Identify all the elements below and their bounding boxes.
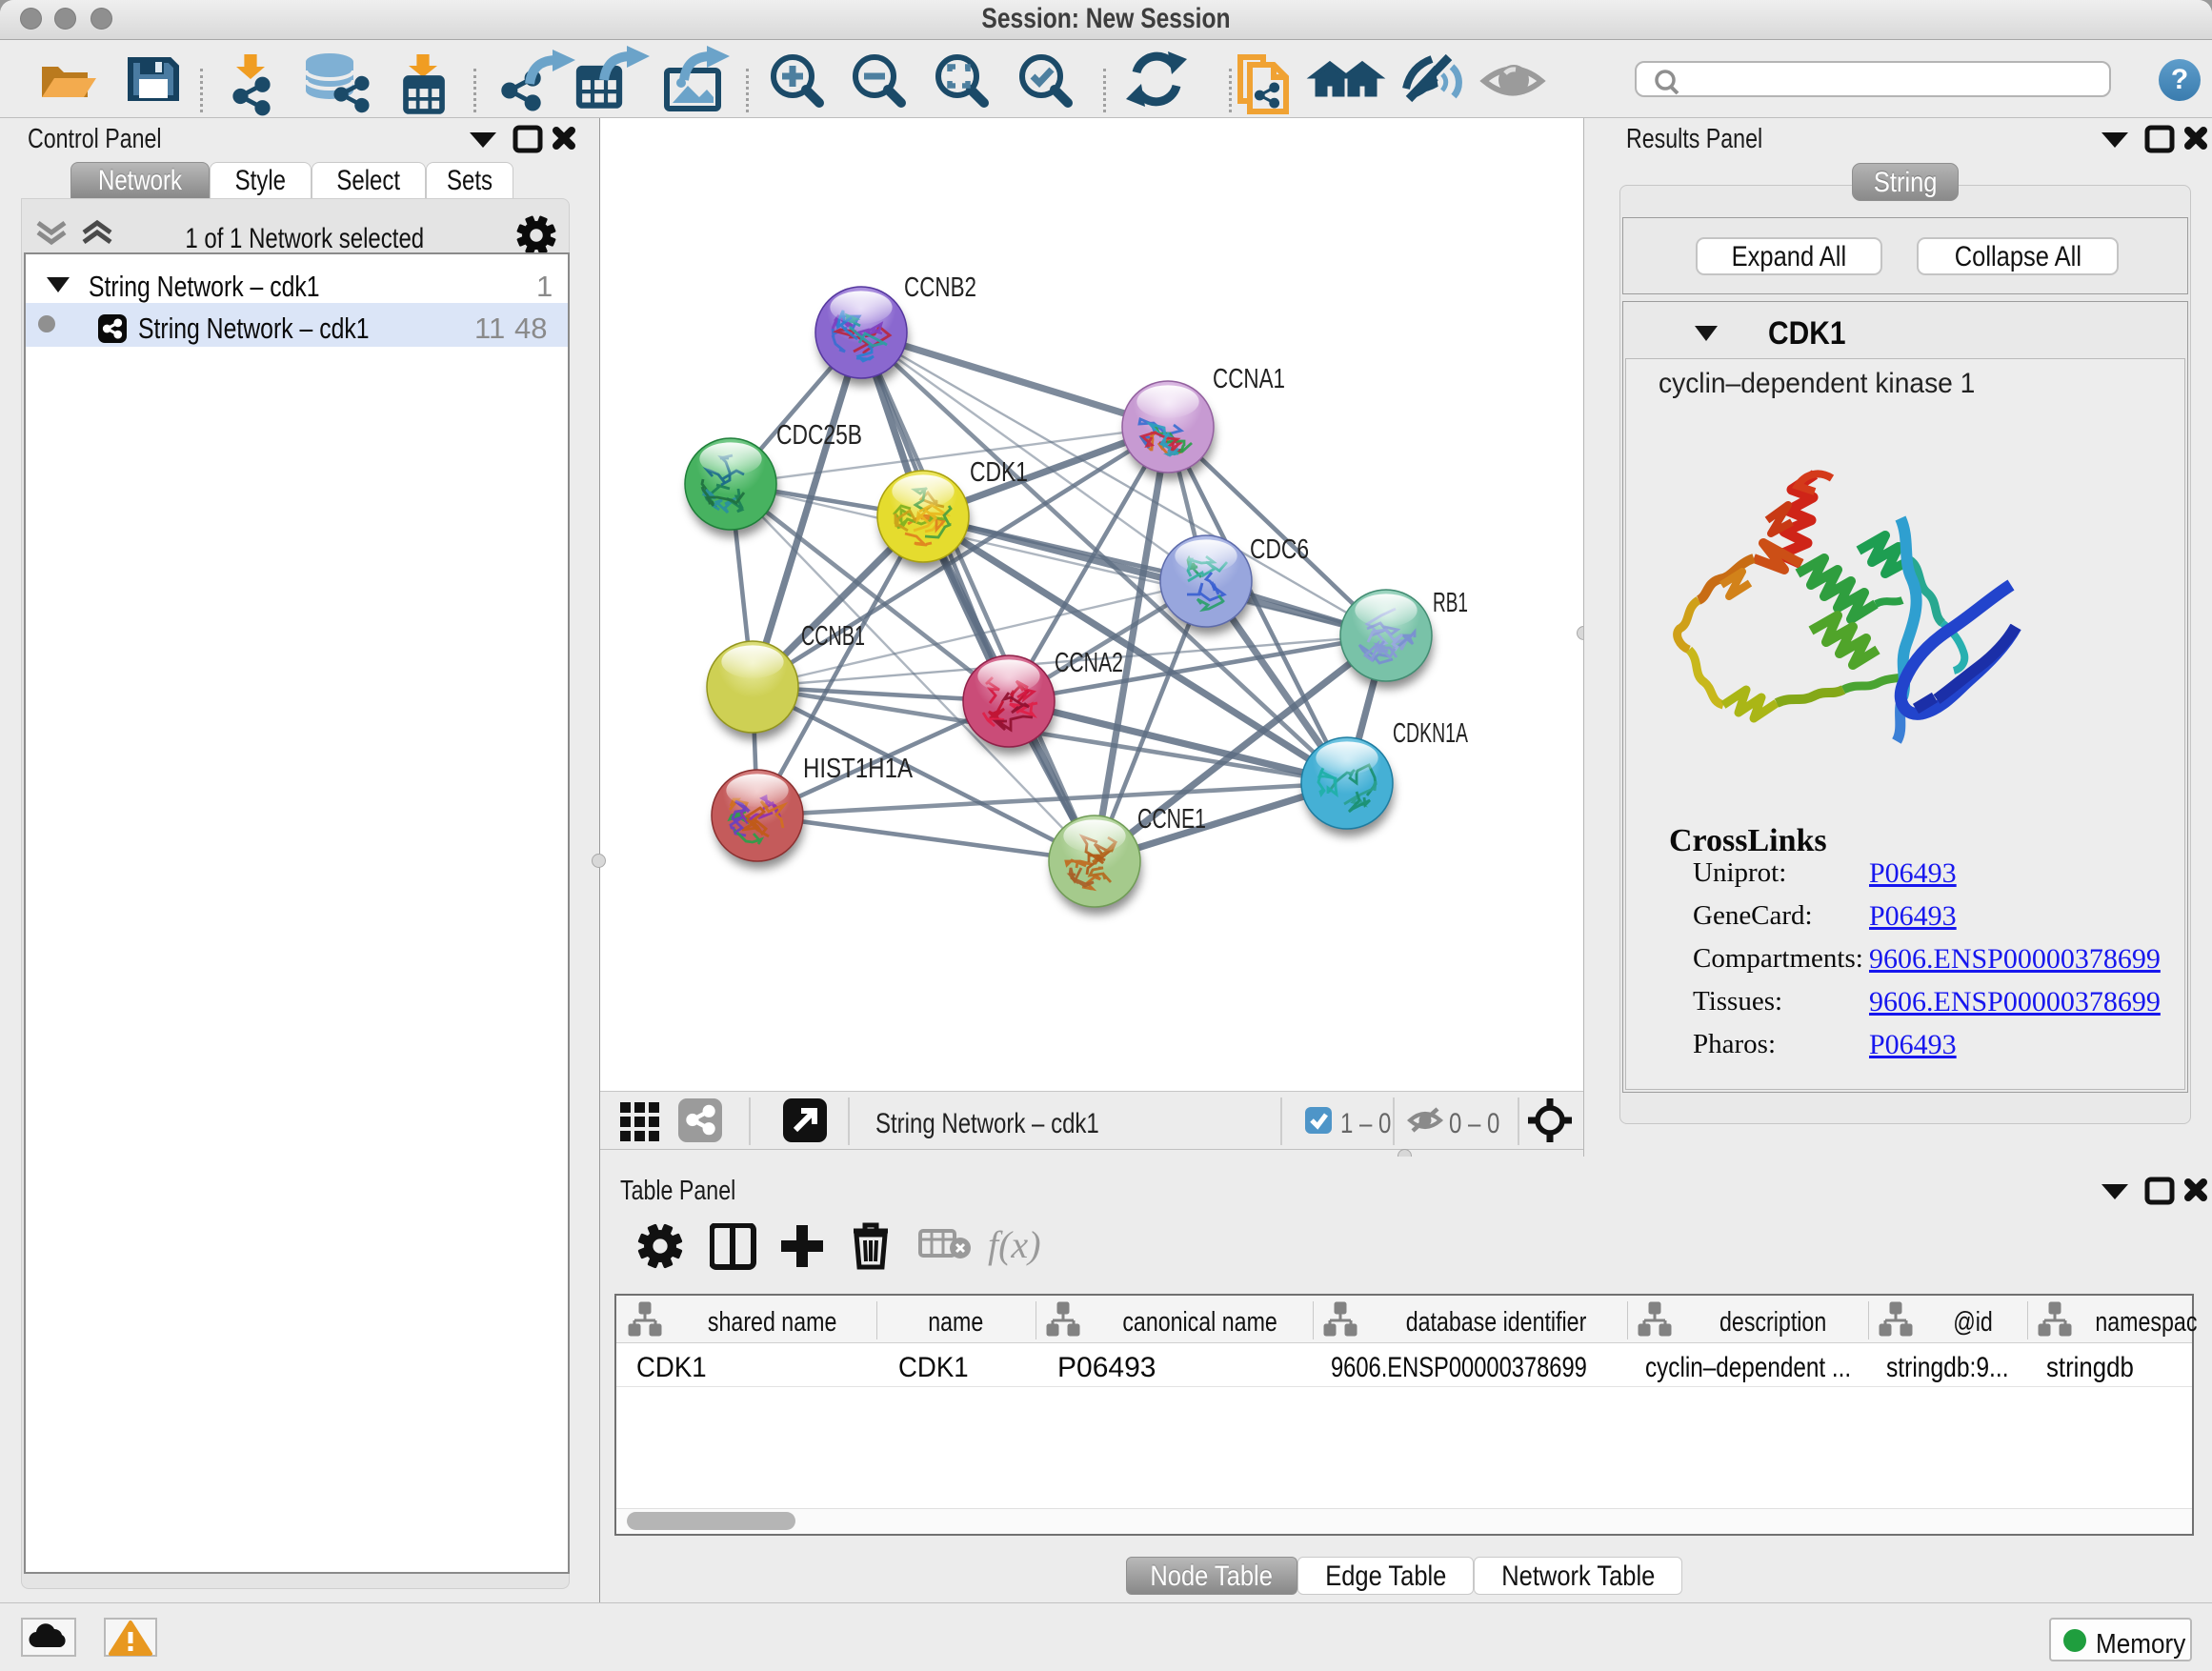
- svg-text:CDC25B: CDC25B: [776, 420, 862, 451]
- svg-text:RB1: RB1: [1433, 588, 1468, 618]
- svg-text:CCNB1: CCNB1: [801, 621, 865, 652]
- svg-text:CDK1: CDK1: [970, 457, 1028, 488]
- svg-text:CCNA1: CCNA1: [1213, 364, 1285, 394]
- svg-text:CCNB2: CCNB2: [904, 272, 976, 303]
- svg-text:CDKN1A: CDKN1A: [1393, 718, 1468, 749]
- svg-text:CCNE1: CCNE1: [1137, 804, 1206, 835]
- svg-text:CCNA2: CCNA2: [1055, 648, 1123, 678]
- svg-text:HIST1H1A: HIST1H1A: [803, 754, 914, 784]
- svg-text:CDC6: CDC6: [1250, 534, 1309, 565]
